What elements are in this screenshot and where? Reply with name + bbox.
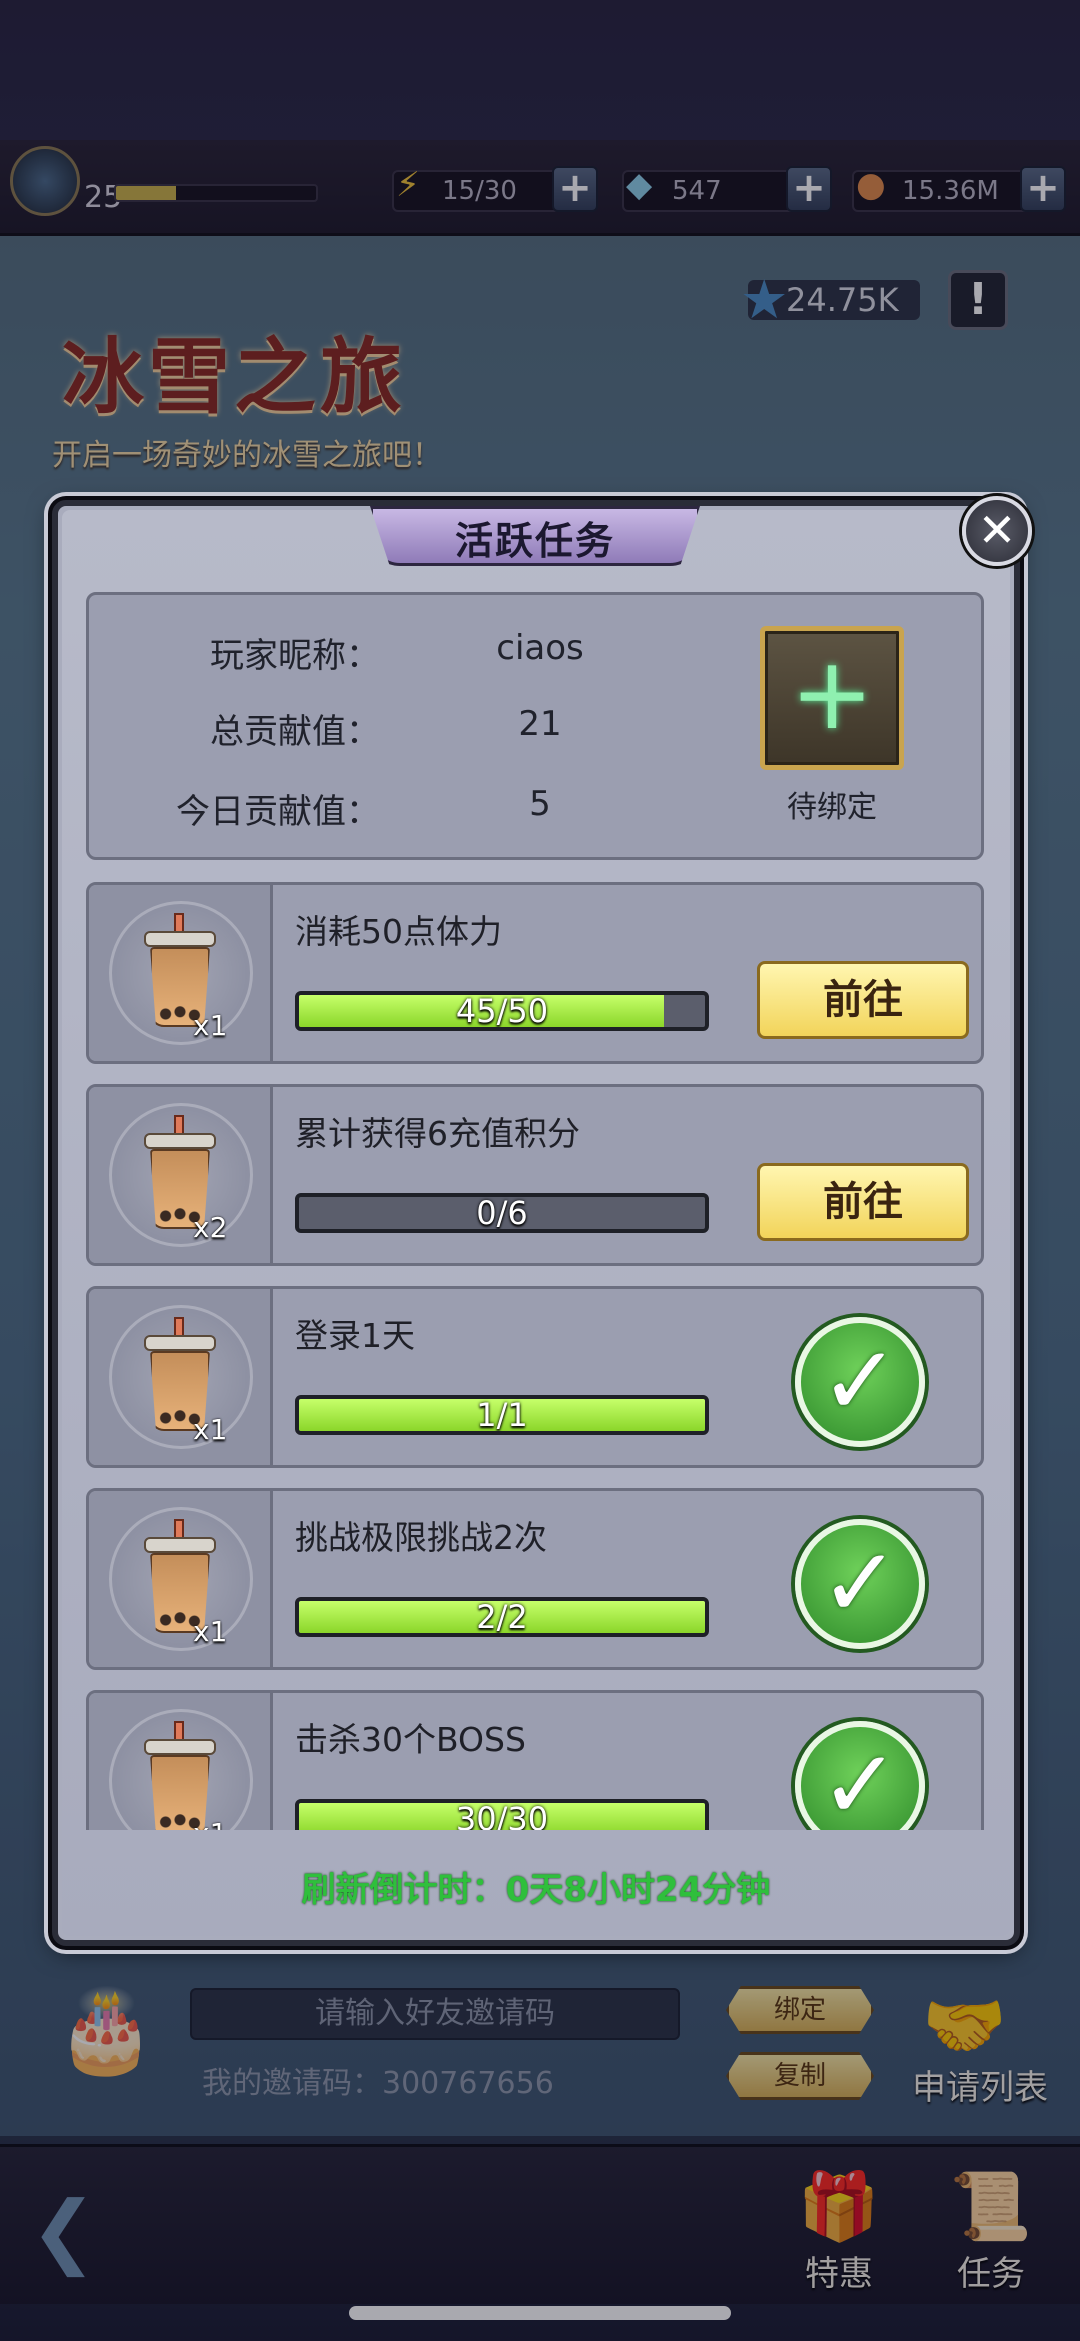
go-button[interactable]: 前往 — [757, 1163, 969, 1241]
task-progress-bar: 45/50 — [295, 991, 709, 1031]
task-name: 累计获得6充值积分 — [295, 1114, 580, 1153]
task-progress-text: 2/2 — [476, 1598, 528, 1636]
task-progress-bar: 0/6 — [295, 1193, 709, 1233]
task-progress-text: 1/1 — [476, 1396, 528, 1434]
checkmark-icon: ✓ — [795, 1317, 925, 1447]
reward-quantity: x1 — [193, 1817, 227, 1830]
modal-title: 活跃任务 — [454, 519, 615, 563]
task-name: 挑战极限挑战2次 — [295, 1518, 547, 1557]
task-name: 消耗50点体力 — [295, 912, 502, 951]
checkmark-icon: ✓ — [795, 1721, 925, 1830]
task-row: x2 累计获得6充值积分 0/6 前往 — [86, 1084, 984, 1266]
refresh-countdown: 刷新倒计时：0天8小时24分钟 — [301, 1870, 771, 1910]
total-contribution-label: 总贡献值： — [210, 712, 380, 752]
task-name: 击杀30个BOSS — [295, 1720, 526, 1759]
task-progress-bar: 2/2 — [295, 1597, 709, 1637]
checkmark-icon: ✓ — [795, 1519, 925, 1649]
game-screen: 冰雪之旅 开启一场奇妙的冰雪之旅吧！ 24.75K ★ ! 25 ⚡ 15/30… — [0, 0, 1080, 2341]
reward-cell: x1 — [89, 885, 273, 1061]
nickname-label: 玩家昵称： — [210, 636, 380, 676]
task-progress-text: 45/50 — [455, 992, 549, 1030]
task-progress-bar: 1/1 — [295, 1395, 709, 1435]
task-row: x1 挑战极限挑战2次 2/2 ✓ — [86, 1488, 984, 1670]
reward-quantity: x1 — [193, 1413, 228, 1446]
reward-cell: x1 — [89, 1693, 273, 1830]
reward-cell: x2 — [89, 1087, 273, 1263]
today-contribution-label: 今日贡献值： — [176, 792, 380, 832]
task-progress-bar: 30/30 — [295, 1799, 709, 1830]
task-name: 登录1天 — [295, 1316, 415, 1355]
go-button[interactable]: 前往 — [757, 961, 969, 1039]
bind-status-label: 待绑定 — [787, 790, 877, 825]
total-contribution-value: 21 — [518, 704, 562, 744]
bubble-tea-icon — [144, 1721, 216, 1830]
task-row: x1 消耗50点体力 45/50 前往 — [86, 882, 984, 1064]
task-row: x1 登录1天 1/1 ✓ — [86, 1286, 984, 1468]
close-button[interactable]: ✕ — [962, 496, 1032, 566]
task-progress-text: 0/6 — [476, 1194, 528, 1232]
task-list[interactable]: x1 消耗50点体力 45/50 前往 x2 累计获得6充值积分 0/6 前往 — [86, 882, 984, 1830]
reward-cell: x1 — [89, 1289, 273, 1465]
task-row: x1 击杀30个BOSS 30/30 ✓ — [86, 1690, 984, 1830]
plus-icon[interactable]: + — [760, 626, 904, 770]
reward-quantity: x1 — [193, 1615, 228, 1648]
today-contribution-value: 5 — [529, 784, 551, 824]
nickname-value: ciaos — [496, 628, 584, 668]
task-progress-text: 30/30 — [455, 1800, 549, 1830]
reward-quantity: x2 — [193, 1211, 228, 1244]
reward-quantity: x1 — [193, 1009, 228, 1042]
reward-cell: x1 — [89, 1491, 273, 1667]
